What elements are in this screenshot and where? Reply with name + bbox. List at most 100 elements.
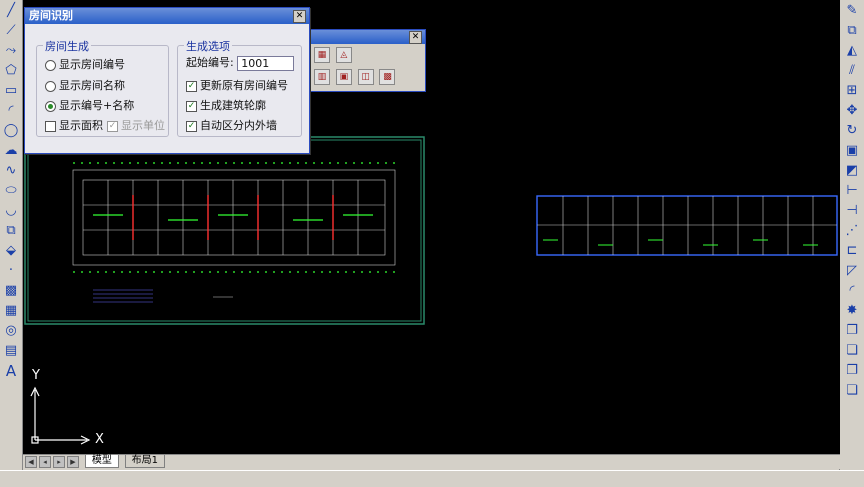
construction-line-icon[interactable]: ⟋: [2, 22, 20, 40]
circle-icon[interactable]: ◯: [2, 122, 20, 140]
multiline-text-icon[interactable]: A: [2, 362, 20, 380]
arc-icon[interactable]: ◜: [2, 102, 20, 120]
checkbox-show-area-box[interactable]: [45, 120, 56, 132]
radio-show-name-label: 显示房间名称: [59, 79, 125, 92]
checkbox-building-outline-box[interactable]: ✓: [186, 100, 197, 112]
trim-icon[interactable]: ⊢: [843, 182, 861, 200]
floor-plan-left-notes: [93, 289, 233, 303]
checkbox-show-unit-label: 显示单位: [121, 119, 165, 132]
dimension-tool-icon[interactable]: ◬: [335, 47, 352, 63]
explode-icon[interactable]: ✸: [843, 302, 861, 320]
rectangle-icon[interactable]: ▭: [2, 82, 20, 100]
grid-tool-icon[interactable]: ▦: [314, 47, 330, 63]
table-tool-icon[interactable]: ▩: [379, 69, 396, 85]
point-icon[interactable]: ·: [2, 262, 20, 280]
ellipse-arc-icon[interactable]: ◡: [2, 202, 20, 220]
mirror-icon[interactable]: ◭: [843, 42, 861, 60]
extend-icon[interactable]: ⊣: [843, 202, 861, 220]
polygon-icon[interactable]: ⬠: [2, 62, 20, 80]
start-number-label: 起始编号:: [186, 56, 234, 69]
generate-options-title: 生成选项: [184, 38, 232, 54]
radio-show-both[interactable]: 显示编号+名称: [45, 97, 134, 113]
start-number-row: 起始编号: 1001: [186, 54, 295, 71]
floating-toolbar: ✕ ▦ ◬ ▥ ▣ ◫ ▩: [308, 29, 426, 92]
checkbox-show-area-label: 显示面积: [59, 119, 103, 132]
layout-tab-bar: ◀ ◂ ▸ ▶ 模型 布局1: [23, 454, 840, 469]
generate-options-group: 生成选项 起始编号: 1001 ✓ 更新原有房间编号 ✓ 生成建筑轮廓 ✓ 自动区分内…: [177, 38, 302, 137]
checkbox-building-outline[interactable]: ✓ 生成建筑轮廓: [186, 97, 266, 113]
dialog-close-button[interactable]: ✕: [293, 10, 306, 23]
join-icon[interactable]: ⊏: [843, 242, 861, 260]
chamfer-icon[interactable]: ◸: [843, 262, 861, 280]
hatch-icon[interactable]: ▩: [2, 282, 20, 300]
checkbox-building-outline-label: 生成建筑轮廓: [200, 99, 266, 112]
left-draw-toolbar: ╱ ⟋ ⤳ ⬠ ▭ ◜ ◯ ☁ ∿ ⬭ ◡ ⧉ ⬙ · ▩ ▦ ◎ ▤ A: [0, 0, 23, 470]
layer-stack-4-icon[interactable]: ❏: [843, 382, 861, 400]
room-recognition-dialog: 房间识别 ✕ 房间生成 显示房间编号 显示房间名称 显示编号+名称 显示面积 ✓…: [24, 7, 310, 154]
scale-icon[interactable]: ▣: [843, 142, 861, 160]
radio-show-name[interactable]: 显示房间名称: [45, 77, 125, 93]
floating-toolbar-titlebar[interactable]: [309, 30, 425, 44]
radio-show-name-dot[interactable]: [45, 80, 56, 92]
layer-stack-3-icon[interactable]: ❐: [843, 362, 861, 380]
radio-show-both-dot[interactable]: [45, 100, 56, 112]
sheet-border-outer: [24, 136, 425, 325]
ellipse-icon[interactable]: ⬭: [2, 182, 20, 200]
tab-layout1[interactable]: 布局1: [124, 455, 166, 468]
array-icon[interactable]: ⊞: [843, 82, 861, 100]
radio-show-number-label: 显示房间编号: [59, 58, 125, 71]
checkbox-show-unit-box: ✓: [107, 120, 118, 132]
room-generate-group: 房间生成 显示房间编号 显示房间名称 显示编号+名称 显示面积 ✓ 显示单位: [36, 38, 169, 137]
checkbox-auto-walls[interactable]: ✓ 自动区分内外墙: [186, 117, 277, 133]
layer-stack-2-icon[interactable]: ❏: [843, 342, 861, 360]
ucs-y-label: Y: [32, 368, 40, 383]
line-icon[interactable]: ╱: [2, 2, 20, 20]
floor-plan-left: [72, 169, 396, 266]
tab-last-icon[interactable]: ▶: [67, 456, 79, 468]
checkbox-show-unit: ✓ 显示单位: [107, 117, 165, 133]
checkbox-update-number-box[interactable]: ✓: [186, 80, 197, 92]
copy-icon[interactable]: ⧉: [843, 22, 861, 40]
revision-cloud-icon[interactable]: ☁: [2, 142, 20, 160]
erase-icon[interactable]: ✎: [843, 2, 861, 20]
tab-first-icon[interactable]: ◀: [25, 456, 37, 468]
split-tool-icon[interactable]: ◫: [357, 69, 374, 85]
move-icon[interactable]: ✥: [843, 102, 861, 120]
room-tool-icon[interactable]: ▥: [314, 69, 330, 85]
sheet-border-inner: [27, 139, 422, 322]
frame-tool-icon[interactable]: ▣: [335, 69, 352, 85]
checkbox-update-number[interactable]: ✓ 更新原有房间编号: [186, 77, 288, 93]
make-block-icon[interactable]: ⬙: [2, 242, 20, 260]
dialog-title[interactable]: 房间识别: [25, 8, 309, 24]
checkbox-show-area[interactable]: 显示面积: [45, 117, 103, 133]
radio-show-number[interactable]: 显示房间编号: [45, 56, 125, 72]
tab-model[interactable]: 模型: [84, 455, 119, 468]
break-icon[interactable]: ⋰: [843, 222, 861, 240]
room-generate-title: 房间生成: [43, 38, 91, 54]
spline-icon[interactable]: ∿: [2, 162, 20, 180]
start-number-input[interactable]: 1001: [237, 55, 295, 71]
checkbox-update-number-label: 更新原有房间编号: [200, 79, 288, 92]
ucs-x-label: X: [95, 432, 104, 447]
floating-toolbar-close-button[interactable]: ✕: [409, 31, 422, 44]
stretch-icon[interactable]: ◩: [843, 162, 861, 180]
checkbox-auto-walls-box[interactable]: ✓: [186, 120, 197, 132]
tab-next-icon[interactable]: ▸: [53, 456, 65, 468]
table-icon[interactable]: ▤: [2, 342, 20, 360]
floor-plan-right: [536, 195, 838, 256]
status-bar: [0, 470, 864, 487]
floor-plan-left-green-marks: [73, 162, 395, 273]
checkbox-auto-walls-label: 自动区分内外墙: [200, 119, 277, 132]
tab-prev-icon[interactable]: ◂: [39, 456, 51, 468]
radio-show-number-dot[interactable]: [45, 59, 56, 71]
right-modify-toolbar: ✎ ⧉ ◭ ⫽ ⊞ ✥ ↻ ▣ ◩ ⊢ ⊣ ⋰ ⊏ ◸ ◜ ✸ ❐ ❏ ❐ ❏: [839, 0, 864, 470]
region-icon[interactable]: ◎: [2, 322, 20, 340]
rotate-icon[interactable]: ↻: [843, 122, 861, 140]
layer-stack-icon[interactable]: ❐: [843, 322, 861, 340]
fillet-icon[interactable]: ◜: [843, 282, 861, 300]
polyline-icon[interactable]: ⤳: [2, 42, 20, 60]
insert-block-icon[interactable]: ⧉: [2, 222, 20, 240]
ucs-icon: [30, 386, 91, 445]
gradient-icon[interactable]: ▦: [2, 302, 20, 320]
offset-icon[interactable]: ⫽: [843, 62, 861, 80]
